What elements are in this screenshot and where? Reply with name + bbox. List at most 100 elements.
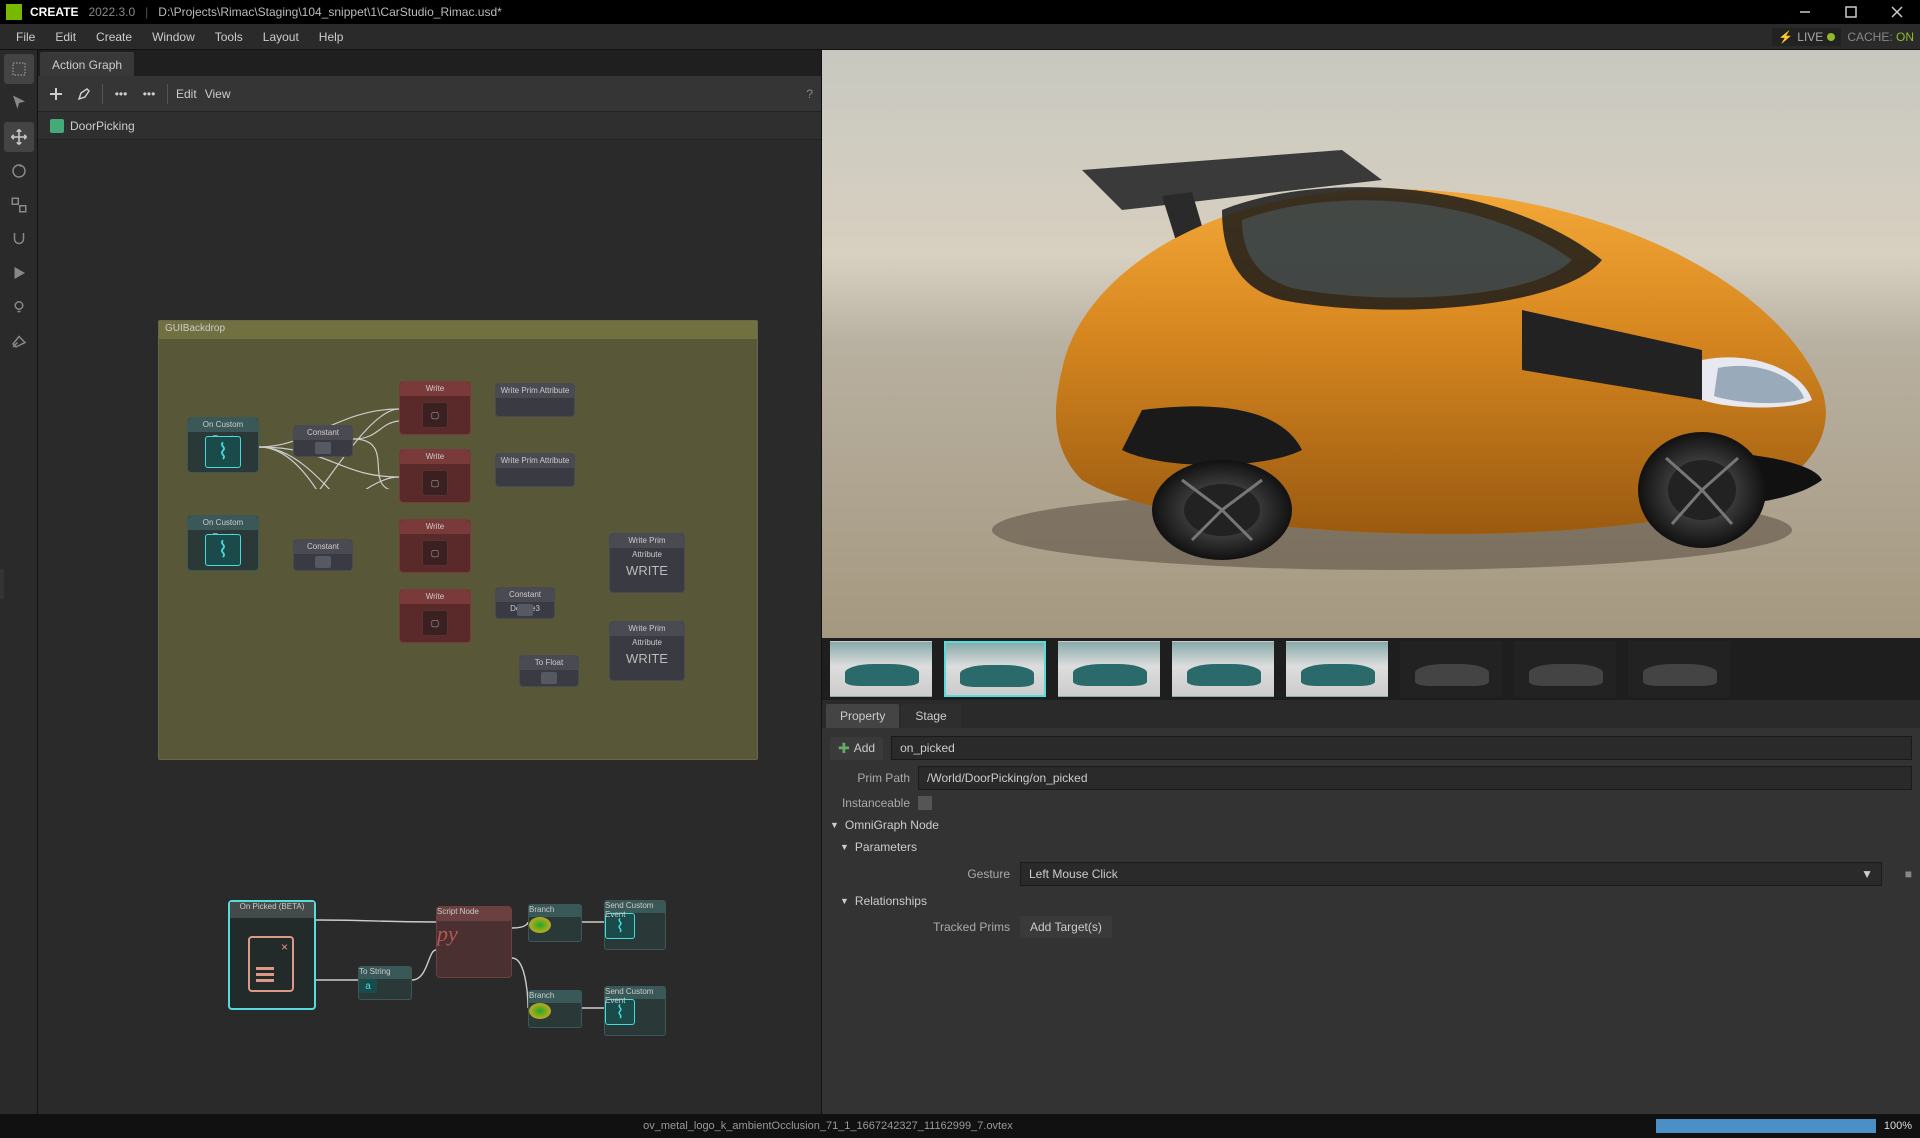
- node-write-prim-attribute[interactable]: Write Prim Attribute: [495, 383, 575, 417]
- thumbnail[interactable]: [830, 641, 932, 697]
- prim-path-input[interactable]: [918, 766, 1912, 790]
- section-omnigraph-node[interactable]: ▼ OmniGraph Node: [830, 818, 1912, 832]
- thumbnail-strip: [822, 638, 1920, 700]
- node-write[interactable]: Write▢: [399, 519, 471, 573]
- tab-property[interactable]: Property: [826, 704, 899, 728]
- tool-play[interactable]: [4, 258, 34, 288]
- node-write-prim-attribute[interactable]: Write Prim Attribute: [495, 453, 575, 487]
- tool-light[interactable]: [4, 292, 34, 322]
- status-filename: ov_metal_logo_k_ambientOcclusion_71_1_16…: [0, 1120, 1656, 1132]
- node-to-string[interactable]: To Stringa: [358, 966, 412, 1000]
- more-button-2[interactable]: •••: [139, 84, 159, 104]
- tool-select-box[interactable]: [4, 54, 34, 84]
- disclosure-triangle-icon: ▼: [830, 820, 839, 830]
- graph-breadcrumb[interactable]: DoorPicking: [38, 112, 821, 140]
- panel-splitter[interactable]: [0, 569, 4, 599]
- add-property-button[interactable]: ✚ Add: [830, 737, 883, 760]
- app-name: CREATE: [30, 5, 78, 19]
- thumbnail[interactable]: [1172, 641, 1274, 697]
- toolbar-view[interactable]: View: [205, 87, 231, 101]
- tool-cursor[interactable]: [4, 88, 34, 118]
- app-version: 2022.3.0: [88, 5, 135, 19]
- reset-dot-icon[interactable]: ■: [1905, 867, 1912, 881]
- node-branch[interactable]: Branch: [528, 990, 582, 1028]
- graph-icon: [50, 119, 64, 133]
- instanceable-label: Instanceable: [830, 796, 910, 810]
- add-targets-button[interactable]: Add Target(s): [1020, 916, 1112, 938]
- thumbnail[interactable]: [1058, 641, 1160, 697]
- chevron-down-icon: ▼: [1861, 867, 1873, 881]
- node-write-prim-attribute-big[interactable]: Write Prim AttributeWRITE: [609, 621, 685, 681]
- node-write[interactable]: Write▢: [399, 381, 471, 435]
- toolbar-edit[interactable]: Edit: [176, 87, 197, 101]
- node-constant-bool[interactable]: Constant Bool: [293, 539, 353, 571]
- node-branch[interactable]: Branch: [528, 904, 582, 942]
- tab-action-graph[interactable]: Action Graph: [40, 52, 134, 76]
- node-on-picked[interactable]: On Picked (BETA): [228, 900, 316, 1010]
- instanceable-checkbox[interactable]: [918, 796, 932, 810]
- edit-pencil-button[interactable]: [74, 84, 94, 104]
- bolt-icon: ⚡: [1778, 30, 1793, 44]
- help-button[interactable]: ?: [806, 87, 813, 101]
- graph-backdrop[interactable]: GUIBackdrop: [158, 320, 758, 760]
- thumbnail[interactable]: [1514, 641, 1616, 697]
- thumbnail[interactable]: [1628, 641, 1730, 697]
- node-constant-double3[interactable]: Constant Double3: [495, 587, 555, 619]
- tool-brush[interactable]: [4, 326, 34, 356]
- node-send-custom-event[interactable]: Send Custom Event⌇: [604, 986, 666, 1036]
- tab-stage[interactable]: Stage: [901, 704, 960, 728]
- menu-tools[interactable]: Tools: [205, 26, 253, 48]
- breadcrumb-item: DoorPicking: [70, 119, 135, 133]
- backdrop-label: GUIBackdrop: [159, 321, 757, 339]
- viewport-scene: [822, 50, 1920, 638]
- menubar: File Edit Create Window Tools Layout Hel…: [0, 24, 1920, 50]
- graph-canvas[interactable]: GUIBackdrop: [38, 140, 821, 1114]
- node-to-float[interactable]: To Float: [519, 655, 579, 687]
- menu-edit[interactable]: Edit: [45, 26, 86, 48]
- node-on-custom-event[interactable]: On Custom Event⌇: [187, 417, 259, 473]
- file-path: D:\Projects\Rimac\Staging\104_snippet\1\…: [158, 5, 502, 19]
- viewport[interactable]: [822, 50, 1920, 638]
- node-on-custom-event[interactable]: On Custom Event⌇: [187, 515, 259, 571]
- picked-doc-icon: [248, 936, 294, 992]
- thumbnail[interactable]: [1400, 641, 1502, 697]
- node-constant-bool[interactable]: Constant Bool: [293, 425, 353, 457]
- menu-file[interactable]: File: [6, 26, 45, 48]
- action-graph-panel: Action Graph ••• ••• Edit View ? DoorPic…: [38, 50, 822, 1114]
- tool-snap[interactable]: [4, 224, 34, 254]
- live-indicator[interactable]: ⚡ LIVE: [1772, 28, 1841, 46]
- separator: [102, 84, 103, 104]
- cache-indicator[interactable]: CACHE: ON: [1847, 30, 1914, 44]
- right-panel: Property Stage ✚ Add Prim Path Instancea…: [822, 50, 1920, 1114]
- add-node-button[interactable]: [46, 84, 66, 104]
- menu-create[interactable]: Create: [86, 26, 142, 48]
- cache-state: ON: [1896, 30, 1914, 44]
- section-parameters[interactable]: ▼ Parameters: [840, 840, 1912, 854]
- tool-scale[interactable]: [4, 190, 34, 220]
- tool-move[interactable]: [4, 122, 34, 152]
- gesture-select[interactable]: Left Mouse Click ▼: [1020, 862, 1882, 886]
- tool-rotate[interactable]: [4, 156, 34, 186]
- more-button-1[interactable]: •••: [111, 84, 131, 104]
- tool-strip: [0, 50, 38, 1114]
- progress-fill: [1656, 1119, 1876, 1133]
- menu-layout[interactable]: Layout: [253, 26, 309, 48]
- name-input[interactable]: [891, 736, 1912, 760]
- minimize-button[interactable]: [1782, 0, 1828, 24]
- thumbnail[interactable]: [944, 641, 1046, 697]
- menu-help[interactable]: Help: [309, 26, 354, 48]
- menu-window[interactable]: Window: [142, 26, 205, 48]
- disclosure-triangle-icon: ▼: [840, 896, 849, 906]
- node-write[interactable]: Write▢: [399, 589, 471, 643]
- maximize-button[interactable]: [1828, 0, 1874, 24]
- node-send-custom-event[interactable]: Send Custom Event⌇: [604, 900, 666, 950]
- node-write-prim-attribute-big[interactable]: Write Prim AttributeWRITE: [609, 533, 685, 593]
- node-write[interactable]: Write▢: [399, 449, 471, 503]
- progress-percent: 100%: [1884, 1120, 1912, 1132]
- close-button[interactable]: [1874, 0, 1920, 24]
- node-script[interactable]: Script Nodepy: [436, 906, 512, 978]
- thumbnail[interactable]: [1286, 641, 1388, 697]
- car-illustration: [962, 110, 1882, 570]
- section-relationships[interactable]: ▼ Relationships: [840, 894, 1912, 908]
- tracked-prims-label: Tracked Prims: [850, 920, 1010, 934]
